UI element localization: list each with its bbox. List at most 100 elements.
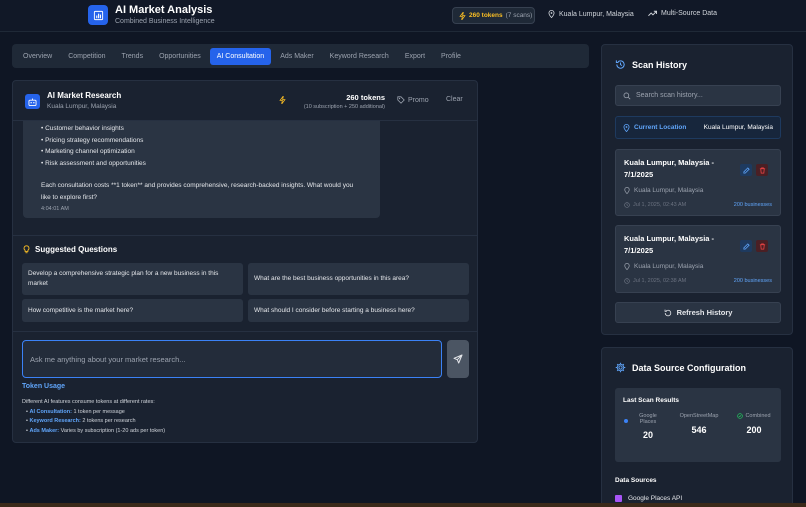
scan-card-location: Kuala Lumpur, Malaysia	[624, 263, 703, 270]
app-logo	[88, 5, 108, 25]
google-dot-icon	[624, 419, 628, 423]
current-location-label: Current Location	[634, 124, 687, 131]
result-value: 20	[642, 430, 653, 440]
tab-profile[interactable]: Profile	[434, 48, 468, 65]
result-value: 200	[746, 425, 762, 435]
clear-button[interactable]: Clear	[446, 96, 463, 103]
refresh-icon	[664, 309, 671, 316]
scan-history-card[interactable]: Kuala Lumpur, Malaysia - 7/1/2025 Kuala …	[615, 225, 781, 293]
bot-icon	[28, 97, 37, 106]
app-subtitle: Combined Business Intelligence	[115, 18, 215, 25]
scan-card-title: Kuala Lumpur, Malaysia - 7/1/2025	[624, 158, 715, 179]
message-line: • Customer behavior insights	[41, 125, 124, 132]
map-pin-icon	[548, 10, 555, 18]
tab-ai-consultation[interactable]: AI Consultation	[209, 47, 272, 65]
map-pin-icon	[623, 123, 630, 132]
source-label: Google Places API	[628, 495, 683, 502]
chat-input[interactable]: Ask me anything about your market resear…	[22, 340, 442, 378]
divider	[13, 235, 477, 236]
token-count: 260 tokens	[469, 12, 503, 19]
scan-card-date-text: Jul 1, 2025, 02:38 AM	[633, 278, 687, 284]
ai-chat-panel: AI Market Research Kuala Lumpur, Malaysi…	[12, 80, 478, 443]
source-option-google[interactable]: Google Places API	[615, 495, 682, 502]
current-location-bar: Current Location Kuala Lumpur, Malaysia	[615, 116, 781, 139]
search-icon	[623, 92, 631, 99]
divider	[13, 331, 477, 332]
token-usage-description: Different AI features consume tokens at …	[22, 399, 166, 434]
bottom-edge	[0, 503, 806, 507]
current-location-value: Kuala Lumpur, Malaysia	[703, 124, 773, 131]
header-data-source: Multi-Source Data	[648, 10, 717, 17]
result-label: OpenStreetMap	[679, 413, 719, 419]
lightning-icon	[279, 95, 286, 106]
scan-count: (7 scans)	[505, 12, 533, 19]
trash-icon	[759, 242, 765, 250]
promo-label: Promo	[408, 96, 429, 104]
scan-card-location-text: Kuala Lumpur, Malaysia	[634, 187, 704, 194]
lightbulb-icon	[23, 245, 30, 254]
scan-card-businesses: 200 businesses	[733, 278, 772, 284]
scan-card-date: Jul 1, 2025, 02:38 AM	[624, 278, 686, 284]
lightning-icon	[459, 11, 466, 20]
data-sources-title: Data Sources	[615, 477, 657, 484]
main-tabs: Overview Competition Trends Opportunitie…	[12, 44, 589, 68]
tab-ads-maker[interactable]: Ads Maker	[273, 48, 320, 65]
scan-history-search[interactable]: Search scan history...	[615, 85, 781, 106]
result-google: Google Places 20	[633, 413, 663, 440]
suggestion-button[interactable]: Develop a comprehensive strategic plan f…	[22, 263, 243, 295]
send-icon	[453, 354, 463, 364]
token-usage-intro: Different AI features consume tokens at …	[22, 399, 155, 405]
message-line: • Marketing channel optimization	[41, 148, 135, 156]
tab-keyword-research[interactable]: Keyword Research	[323, 48, 396, 65]
tab-competition[interactable]: Competition	[61, 48, 112, 65]
suggested-questions-title: Suggested Questions	[35, 245, 118, 254]
tab-export[interactable]: Export	[398, 48, 432, 65]
scan-card-date-text: Jul 1, 2025, 02:43 AM	[633, 202, 687, 208]
edit-scan-button[interactable]	[740, 240, 752, 252]
header-location-text: Kuala Lumpur, Malaysia	[559, 10, 634, 18]
assistant-message: • Customer behavior insights • Pricing s…	[23, 121, 380, 218]
chat-title: AI Market Research	[47, 91, 122, 100]
message-line: • Pricing strategy recommendations	[41, 136, 144, 144]
checkbox[interactable]	[615, 495, 622, 502]
trash-icon	[759, 166, 765, 174]
data-source-title: Data Source Configuration	[632, 362, 747, 373]
suggestion-button[interactable]: How competitive is the market here?	[22, 299, 243, 322]
delete-scan-button[interactable]	[756, 240, 768, 252]
data-source-heading: Data Source Configuration	[615, 362, 746, 373]
send-button[interactable]	[447, 340, 469, 378]
scan-card-location: Kuala Lumpur, Malaysia	[624, 187, 703, 194]
tab-opportunities[interactable]: Opportunities	[152, 48, 208, 65]
tab-overview[interactable]: Overview	[16, 48, 59, 65]
gear-icon	[615, 362, 626, 373]
tab-trends[interactable]: Trends	[115, 48, 151, 65]
edit-icon	[742, 242, 750, 250]
message-footer: Each consultation costs **1 token** and …	[41, 182, 354, 201]
trending-up-icon	[648, 10, 657, 17]
last-scan-results: Last Scan Results Google Places 20 OpenS…	[615, 388, 781, 462]
result-osm: OpenStreetMap 546	[672, 413, 726, 435]
suggested-questions-heading: Suggested Questions	[23, 245, 117, 254]
result-value: 546	[691, 425, 707, 435]
bar-chart-icon	[93, 10, 103, 20]
usage-feature: AI Consultation:	[29, 408, 72, 415]
scan-card-location-text: Kuala Lumpur, Malaysia	[634, 263, 704, 270]
suggestion-button[interactable]: What should I consider before starting a…	[248, 299, 469, 322]
token-balance-badge[interactable]: 260 tokens (7 scans)	[452, 7, 535, 24]
bot-avatar	[25, 94, 40, 109]
refresh-history-button[interactable]: Refresh History	[615, 302, 781, 323]
data-source-panel: Data Source Configuration Last Scan Resu…	[601, 347, 793, 507]
header-location: Kuala Lumpur, Malaysia	[548, 10, 634, 18]
app-title: AI Market Analysis	[115, 4, 213, 16]
suggestion-button[interactable]: What are the best business opportunities…	[248, 263, 469, 295]
message-line: • Risk assessment and opportunities	[41, 159, 146, 167]
scan-card-title: Kuala Lumpur, Malaysia - 7/1/2025	[624, 234, 715, 255]
promo-button[interactable]: Promo	[397, 96, 429, 104]
edit-scan-button[interactable]	[740, 164, 752, 176]
delete-scan-button[interactable]	[756, 164, 768, 176]
edit-icon	[742, 166, 750, 174]
scan-history-card[interactable]: Kuala Lumpur, Malaysia - 7/1/2025 Kuala …	[615, 149, 781, 216]
usage-rate: 2 tokens per research	[82, 418, 136, 424]
token-usage-title: Token Usage	[22, 383, 66, 390]
clock-icon	[624, 278, 630, 284]
